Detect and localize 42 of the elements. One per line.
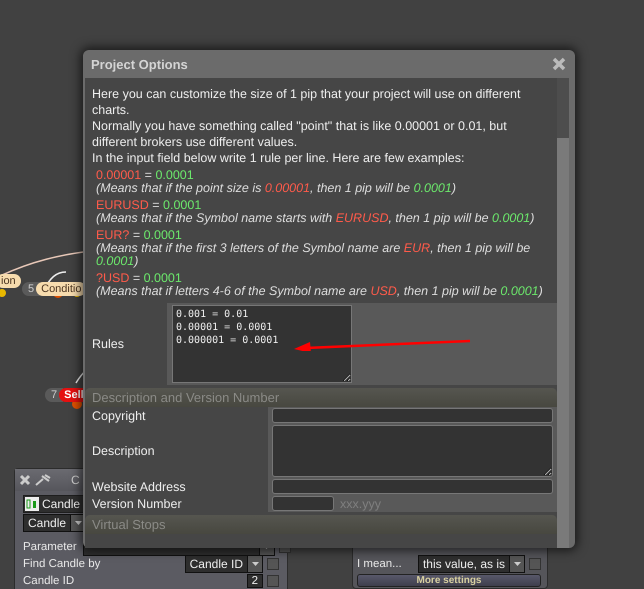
example-rule: EUR? = 0.0001	[96, 228, 183, 242]
rules-field[interactable]: 0.001 = 0.01 0.00001 = 0.0001 0.000001 = 0.0001	[172, 305, 352, 383]
caret-icon	[252, 562, 258, 566]
description-text: Here you can customize the size of 1 pip that your project will use on different charts.	[92, 86, 522, 118]
number-field[interactable]: 2	[246, 574, 263, 588]
field-label: Description	[92, 444, 155, 458]
parameter-dropdown[interactable]: this value, as is	[418, 555, 525, 573]
text-area[interactable]	[272, 425, 553, 477]
field-label: Website Address	[92, 480, 186, 494]
parameter-label: Parameter	[23, 541, 77, 553]
example-note: (Means that if the Symbol name starts with EURUSD, then 1 pip will be 0.0001)	[96, 212, 536, 225]
node-label[interactable]: ion	[0, 274, 21, 288]
description-text: In the input field below write 1 rule per line. Here are few examples:	[92, 150, 466, 166]
version-field[interactable]	[272, 496, 334, 511]
close-icon[interactable]	[19, 474, 31, 486]
parameter-label: Find Candle by	[23, 558, 100, 570]
close-button[interactable]	[551, 56, 567, 72]
parameter-dropdown[interactable]: Candle ID	[184, 555, 263, 573]
field-label: Rules	[92, 337, 124, 351]
parameter-label: I mean...	[357, 558, 402, 570]
block-selector[interactable]: Candle	[23, 495, 86, 513]
text-field[interactable]	[272, 479, 553, 494]
panel-title: C	[71, 473, 80, 487]
example-note: (Means that if the first 3 letters of the Symbol name are EUR, then 1 pip will be 0.0001)	[96, 242, 532, 268]
dialog-title: Project Options	[91, 56, 188, 72]
checkbox[interactable]	[267, 575, 279, 587]
field-label: Copyright	[92, 408, 146, 422]
example-rule: ?USD = 0.0001	[96, 271, 183, 285]
checkbox[interactable]	[267, 558, 279, 570]
example-note: (Means that if letters 4-6 of the Symbol name are USD, then 1 pip will be 0.0001)	[96, 285, 544, 298]
description-text: Normally you have something called "point" that is like 0.00001 or 0.01, but different brokers use different values.	[92, 118, 508, 150]
field-label: Version Number	[92, 496, 182, 510]
checkbox[interactable]	[529, 558, 541, 570]
caret-icon	[514, 562, 520, 566]
more-settings-button[interactable]: More settings	[357, 574, 541, 587]
example-rule: EURUSD = 0.0001	[96, 198, 202, 212]
text-field[interactable]	[272, 408, 553, 423]
example-note: (Means that if the point size is 0.00001, then 1 pip will be 0.0001)	[96, 182, 457, 195]
candlestick-icon	[25, 497, 39, 511]
caret-icon	[74, 521, 82, 525]
parameter-label: Candle ID	[23, 575, 74, 587]
example-rule: 0.00001 = 0.0001	[96, 168, 195, 182]
